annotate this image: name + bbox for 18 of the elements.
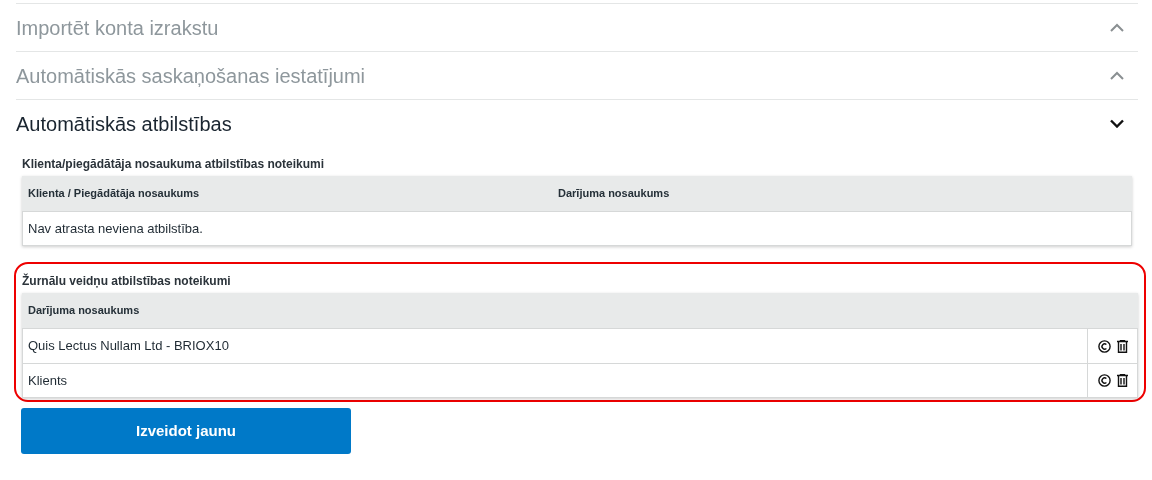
chevron-up-icon[interactable] [1110, 71, 1124, 80]
chevron-up-icon[interactable] [1110, 23, 1124, 32]
circled-c-icon[interactable] [1097, 374, 1111, 387]
table-title: Klienta/piegādātāja nosaukuma atbilstības noteikumi [21, 156, 326, 173]
trash-icon[interactable] [1116, 339, 1128, 353]
empty-message: Nav atrasta neviena atbilstība. [27, 219, 204, 238]
trash-icon[interactable] [1116, 374, 1128, 387]
create-button[interactable]: Izveidot jaunu [21, 408, 351, 454]
table-cell-text: Klients [27, 371, 69, 390]
section-title[interactable]: Automātiskās atbilstības [16, 108, 232, 139]
table-header: Darījuma nosaukums [22, 293, 1138, 328]
table-title: Žurnālu veidņu atbilstības noteikumi [21, 272, 232, 290]
section-title[interactable]: Automātiskās saskaņošanas iestatījumi [16, 60, 366, 91]
table-header: Klienta / Piegādātāja nosaukums Darījuma nosaukums [22, 176, 1132, 211]
section-title[interactable]: Importēt konta izrakstu [16, 12, 219, 43]
table-cell-text: Quis Lectus Nullam Ltd - BRIOX10 [27, 337, 230, 356]
chevron-down-icon[interactable] [1110, 119, 1124, 128]
circled-c-icon[interactable] [1097, 339, 1111, 353]
